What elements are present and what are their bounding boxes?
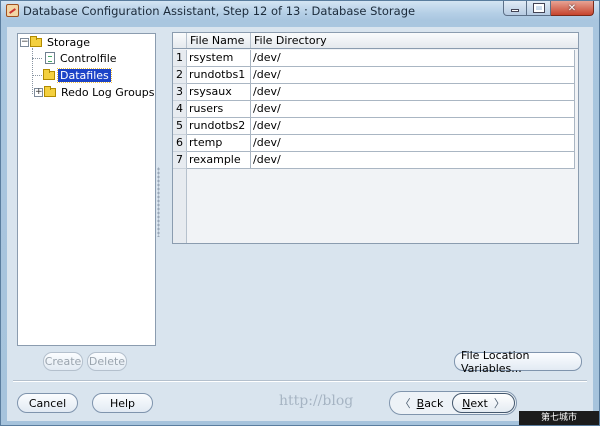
splitter-handle[interactable] xyxy=(157,167,160,237)
row-number-header xyxy=(173,33,187,48)
tree-connector xyxy=(32,75,42,76)
cancel-button[interactable]: Cancel xyxy=(17,393,78,413)
maximize-button[interactable] xyxy=(527,1,551,16)
title-bar[interactable]: Database Configuration Assistant, Step 1… xyxy=(1,1,599,21)
file-name-header[interactable]: File Name xyxy=(187,33,251,48)
table-row[interactable]: 5 rundotbs2/dev/ xyxy=(173,118,578,135)
file-name-cell[interactable]: rtemp xyxy=(187,135,251,152)
row-number: 5 xyxy=(173,118,187,135)
tree-actions: Create Delete xyxy=(43,352,127,371)
controlfile-icon xyxy=(45,52,55,64)
back-button[interactable]: 〈 Back xyxy=(391,393,452,413)
close-button[interactable]: ✕ xyxy=(551,1,594,16)
row-number: 7 xyxy=(173,152,187,169)
folder-icon xyxy=(43,68,55,80)
app-icon xyxy=(6,4,19,17)
corner-badge: 第七城市 xyxy=(519,411,599,425)
file-name-cell[interactable]: rusers xyxy=(187,101,251,118)
delete-button[interactable]: Delete xyxy=(87,352,127,371)
tree-item-label: Datafiles xyxy=(57,67,112,83)
minimize-button[interactable] xyxy=(503,1,527,16)
wizard-navigation: 〈 Back Next 〉 xyxy=(389,391,517,415)
row-number: 6 xyxy=(173,135,187,152)
footer-divider xyxy=(13,380,587,382)
file-name-cell[interactable]: rexample xyxy=(187,152,251,169)
tree-connector xyxy=(32,48,33,94)
file-directory-cell[interactable]: /dev/ xyxy=(251,152,575,169)
file-directory-cell[interactable]: /dev/ xyxy=(251,67,575,84)
collapse-icon[interactable]: − xyxy=(20,37,29,47)
create-button[interactable]: Create xyxy=(43,352,83,371)
next-label: Next xyxy=(462,396,488,410)
footer-left-actions: Cancel Help xyxy=(17,393,153,413)
tree-item-label: Controlfile xyxy=(60,51,117,65)
file-directory-cell[interactable]: /dev/ xyxy=(251,118,575,135)
table-row[interactable]: 4 rusers/dev/ xyxy=(173,101,578,118)
file-directory-cell[interactable]: /dev/ xyxy=(251,84,575,101)
row-gutter xyxy=(173,169,187,243)
folder-icon xyxy=(44,85,56,97)
file-location-variables-button[interactable]: File Location Variables... xyxy=(454,349,582,375)
table-row[interactable]: 3 rsysaux/dev/ xyxy=(173,84,578,101)
maximize-icon xyxy=(532,3,545,13)
row-number: 2 xyxy=(173,67,187,84)
table-header: File Name File Directory xyxy=(173,33,578,49)
row-number: 1 xyxy=(173,50,187,67)
dbca-window: Database Configuration Assistant, Step 1… xyxy=(0,0,600,426)
tree-item-controlfile[interactable]: Controlfile xyxy=(45,50,119,66)
tree-item-label: Redo Log Groups xyxy=(61,85,155,99)
storage-tree[interactable]: − Storage Controlfile Datafiles + Redo L… xyxy=(17,33,156,346)
back-label: Back xyxy=(416,396,444,410)
table-row[interactable]: 6 rtemp/dev/ xyxy=(173,135,578,152)
file-directory-header[interactable]: File Directory xyxy=(251,33,578,48)
file-directory-cell[interactable]: /dev/ xyxy=(251,135,575,152)
tree-item-label: Storage xyxy=(47,35,91,49)
file-name-cell[interactable]: rsystem xyxy=(187,50,251,67)
help-button[interactable]: Help xyxy=(92,393,153,413)
tree-item-redo-log-groups[interactable]: + Redo Log Groups xyxy=(34,84,157,100)
file-directory-cell[interactable]: /dev/ xyxy=(251,50,575,67)
table-row[interactable]: 1 rsystem/dev/ xyxy=(173,50,578,67)
file-name-cell[interactable]: rundotbs1 xyxy=(187,67,251,84)
folder-icon xyxy=(30,35,42,47)
tree-item-datafiles[interactable]: Datafiles xyxy=(43,67,112,83)
dialog-client-area: − Storage Controlfile Datafiles + Redo L… xyxy=(7,27,593,421)
table-row[interactable]: 7 rexample/dev/ xyxy=(173,152,578,169)
tree-item-storage[interactable]: − Storage xyxy=(20,34,92,50)
table-row[interactable]: 2 rundotbs1/dev/ xyxy=(173,67,578,84)
close-icon: ✕ xyxy=(567,2,577,14)
datafiles-table: File Name File Directory 1 rsystem/dev/2 r… xyxy=(172,32,579,244)
file-name-cell[interactable]: rundotbs2 xyxy=(187,118,251,135)
window-title: Database Configuration Assistant, Step 1… xyxy=(23,4,416,18)
row-number: 3 xyxy=(173,84,187,101)
window-controls: ✕ xyxy=(503,1,594,16)
file-directory-cell[interactable]: /dev/ xyxy=(251,101,575,118)
file-name-cell[interactable]: rsysaux xyxy=(187,84,251,101)
chevron-right-icon: 〉 xyxy=(493,397,505,410)
tree-connector xyxy=(32,58,42,59)
chevron-left-icon: 〈 xyxy=(399,397,411,410)
expand-icon[interactable]: + xyxy=(34,87,43,97)
minimize-icon xyxy=(511,9,519,12)
next-button[interactable]: Next 〉 xyxy=(452,393,515,413)
table-body: 1 rsystem/dev/2 rundotbs1/dev/3 rsysaux/dev… xyxy=(173,50,578,169)
watermark: http://blog xyxy=(279,393,354,409)
row-number: 4 xyxy=(173,101,187,118)
